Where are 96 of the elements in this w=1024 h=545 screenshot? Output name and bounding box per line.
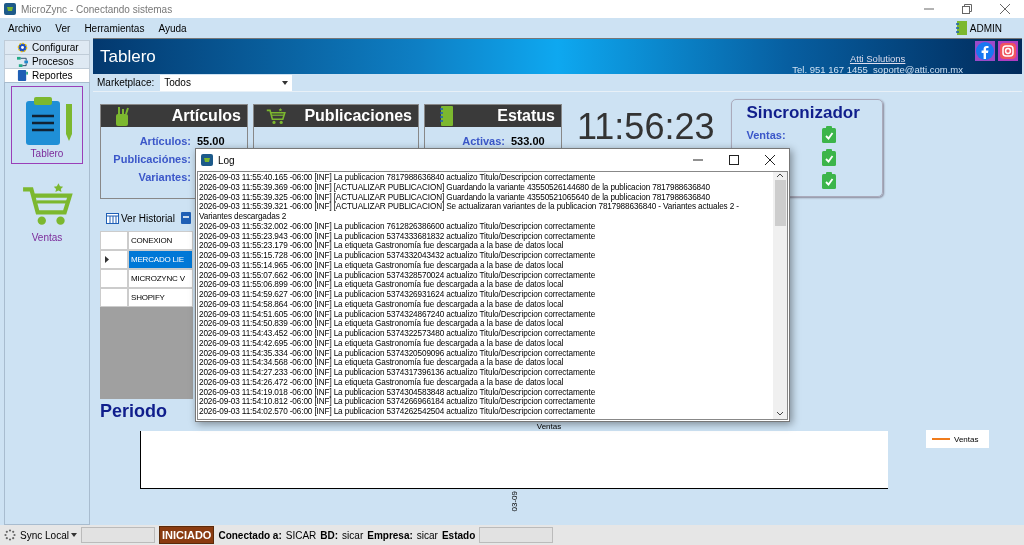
- status-badge: INICIADO: [158, 526, 215, 544]
- status-label: BD:: [320, 529, 339, 541]
- log-line: 2026-09-03 11:55:15.728 -06:00 [INF] La publicacion 5374332043432 actualizo Titulo/Descripcion correctamente: [199, 251, 597, 261]
- app-icon: [201, 154, 213, 166]
- log-line: 2026-09-03 11:54:51.605 -06:00 [INF] La publicacion 5374324867240 actualizo Titulo/Descripcion correctamente: [199, 309, 597, 320]
- spinner-icon: [4, 529, 16, 541]
- log-line: 2026-09-03 11:54:34.568 -06:00 [INF] La etiqueta Gastronomía fue descargada a la base de datos local: [199, 358, 565, 368]
- company-link[interactable]: Atti Solutions: [849, 52, 906, 64]
- stat-label: Variantes:: [137, 171, 191, 183]
- card-title: Artículos: [171, 107, 241, 125]
- menu-item[interactable]: Ayuda: [158, 22, 187, 34]
- grid-corner-cell: [100, 231, 128, 250]
- log-line: 2026-09-03 11:54:59.627 -06:00 [INF] La publicacion 5374326931624 actualizo Titulo/Descripcion correctamente: [199, 290, 597, 300]
- table-cell[interactable]: SHOPIFY: [128, 288, 193, 307]
- status-value: SICAR: [285, 529, 317, 541]
- stat-label: Publicaciónes:: [112, 153, 191, 165]
- status-label: Empresa:: [367, 529, 413, 541]
- status-label: Estado: [441, 529, 476, 541]
- period-heading: Periodo: [100, 401, 167, 422]
- log-line: 2026-09-03 11:54:50.839 -06:00 [INF] La etiqueta Gastronomía fue descargada a la base de datos local: [199, 319, 565, 329]
- axis-label: 03-09: [509, 491, 519, 512]
- sync-label: Ventas:: [746, 128, 787, 141]
- menu-item[interactable]: Ver: [55, 22, 71, 34]
- table-cell[interactable]: MERCADO LIE: [128, 250, 193, 269]
- gear-icon: [17, 42, 28, 53]
- log-line: 2026-09-03 11:54:43.452 -06:00 [INF] La publicacion 5374322573480 actualizo Titulo/Descripcion correctamente: [199, 329, 597, 339]
- scroll-down-icon[interactable]: [776, 411, 784, 417]
- caret-icon: [282, 80, 289, 85]
- card-title: Estatus: [497, 107, 555, 125]
- close-icon[interactable]: [765, 155, 775, 165]
- log-line: 2026-09-03 11:55:39.369 -06:00 [INF] [ACTUALIZAR PUBLICACION] Guardando la variante 43550526144680 de la publicacion 7817988636840: [199, 182, 711, 193]
- page-title: Tablero: [100, 46, 156, 67]
- log-line: 2026-09-03 11:54:42.695 -06:00 [INF] La etiqueta Gastronomía fue descargada a la base de datos local: [199, 338, 565, 349]
- sync-title: Sincronizador: [746, 103, 861, 123]
- document-icon: [180, 212, 191, 224]
- sidebar-tab[interactable]: Configurar: [4, 40, 90, 54]
- stat-value: 55.00: [197, 135, 225, 147]
- log-line: 2026-09-03 11:55:06.899 -06:00 [INF] La etiqueta Gastronomía fue descargada a la base de datos local: [199, 280, 565, 290]
- log-line: 2026-09-03 11:54:19.018 -06:00 [INF] La publicacion 5374304583848 actualizo Titulo/Descripcion correctamente: [199, 387, 597, 398]
- facebook-icon[interactable]: [975, 41, 995, 61]
- log-line: 2026-09-03 11:54:26.472 -06:00 [INF] La etiqueta Gastronomía fue descargada a la base de datos local: [199, 377, 565, 388]
- sidebar-tab[interactable]: Procesos: [4, 54, 90, 68]
- menu-item[interactable]: Archivo: [8, 22, 42, 34]
- instagram-icon[interactable]: [998, 41, 1018, 61]
- sidebar-item[interactable]: Tablero: [11, 86, 83, 164]
- log-line: 2026-09-03 11:55:39.325 -06:00 [INF] [ACTUALIZAR PUBLICACION] Guardando la variante 43550521065640 de la publicacion 7817988636840: [199, 192, 710, 203]
- sidebar-tab[interactable]: Reportes: [4, 68, 90, 82]
- log-title: Log: [218, 154, 235, 166]
- status-value: sicar: [416, 529, 438, 541]
- caret-icon: [70, 533, 77, 537]
- maximize-icon[interactable]: [729, 155, 739, 165]
- notebook-icon: [954, 21, 967, 35]
- log-line: 2026-09-03 11:55:14.965 -06:00 [INF] La etiqueta Gastronomía fue descargada a la base de datos local: [199, 260, 565, 271]
- status-label: Conectado a:: [218, 529, 282, 541]
- document-button[interactable]: [180, 212, 191, 224]
- log-line: 2026-09-03 11:54:35.334 -06:00 [INF] La publicacion 5374320509096 actualizo Titulo/Descripcion correctamente: [199, 348, 597, 359]
- legend-line-icon: [932, 438, 950, 440]
- log-line: 2026-09-03 11:55:39.321 -06:00 [INF] [ACTUALIZAR PUBLICACION] Se actualizaran variantes de la publicacion 7817988636840 - Variantes actuales 2 - Variantes descargadas 2: [199, 202, 740, 222]
- clock-time: 11:56:23: [577, 106, 715, 148]
- log-line: 2026-09-03 11:54:58.864 -06:00 [INF] La etiqueta Gastronomía fue descargada a la base de datos local: [199, 299, 565, 310]
- log-line: 2026-09-03 11:54:10.812 -06:00 [INF] La publicacion 5374266966184 actualizo Titulo/Descripcion correctamente: [199, 397, 597, 407]
- column-header: CONEXION: [128, 231, 193, 250]
- table-cell[interactable]: MICROZYNC V: [128, 269, 193, 288]
- status-value: sicar: [342, 529, 364, 541]
- marketplace-label: Marketplace:: [97, 77, 155, 88]
- row-pointer-icon: [105, 256, 109, 263]
- stat-label: Artículos:: [138, 135, 191, 147]
- contact-text: Tel. 951 167 1455 soporte@atti.com.mx: [792, 63, 963, 75]
- log-line: 2026-09-03 11:55:32.002 -06:00 [INF] La publicacion 7612826386600 actualizo Titulo/Descripcion correctamente: [199, 221, 597, 232]
- log-line: 2026-09-03 11:55:07.662 -06:00 [INF] La publicacion 5374328570024 actualizo Titulo/Descripcion correctamente: [199, 270, 597, 281]
- log-line: 2026-09-03 11:55:40.165 -06:00 [INF] La publicacion 7817988636840 actualizo Titulo/Descripcion correctamente: [199, 173, 597, 183]
- scrollbar-thumb[interactable]: [774, 180, 786, 226]
- chart-title: Ventas: [536, 422, 562, 431]
- sync-dropdown[interactable]: Sync Local: [20, 529, 77, 541]
- user-name: ADMIN: [969, 22, 1002, 34]
- menu-item[interactable]: Herramientas: [84, 22, 145, 34]
- log-line: 2026-09-03 11:55:23.943 -06:00 [INF] La publicacion 5374333681832 actualizo Titulo/Descripcion correctamente: [199, 231, 597, 242]
- legend-label: Ventas: [954, 434, 979, 444]
- table-icon: [106, 212, 119, 224]
- flow-icon: [17, 56, 28, 67]
- scroll-up-icon[interactable]: [776, 172, 784, 178]
- cart-icon: [266, 106, 286, 126]
- stat-value: 533.00: [511, 135, 545, 147]
- marketplace-dropdown[interactable]: Todos: [160, 74, 293, 91]
- card-title: Publicaciones: [304, 107, 412, 125]
- row-header[interactable]: [100, 250, 128, 269]
- sidebar-item[interactable]: Ventas: [11, 170, 83, 248]
- log-line: 2026-09-03 11:54:02.570 -06:00 [INF] La publicacion 5374262542504 actualizo Titulo/Descripcion correctamente: [199, 407, 597, 417]
- app-icon: [4, 3, 16, 15]
- window-title: MicroZync - Conectando sistemas: [21, 3, 173, 15]
- stat-label: Activas:: [461, 135, 505, 147]
- log-line: 2026-09-03 11:54:27.233 -06:00 [INF] La publicacion 5374317396136 actualizo Titulo/Descripcion correctamente: [199, 368, 597, 378]
- book-icon: [17, 70, 28, 81]
- restore-icon[interactable]: [962, 4, 972, 14]
- history-button[interactable]: Ver Historial: [106, 212, 175, 224]
- log-line: 2026-09-03 11:55:23.179 -06:00 [INF] La etiqueta Gastronomía fue descargada a la base de datos local: [199, 241, 565, 251]
